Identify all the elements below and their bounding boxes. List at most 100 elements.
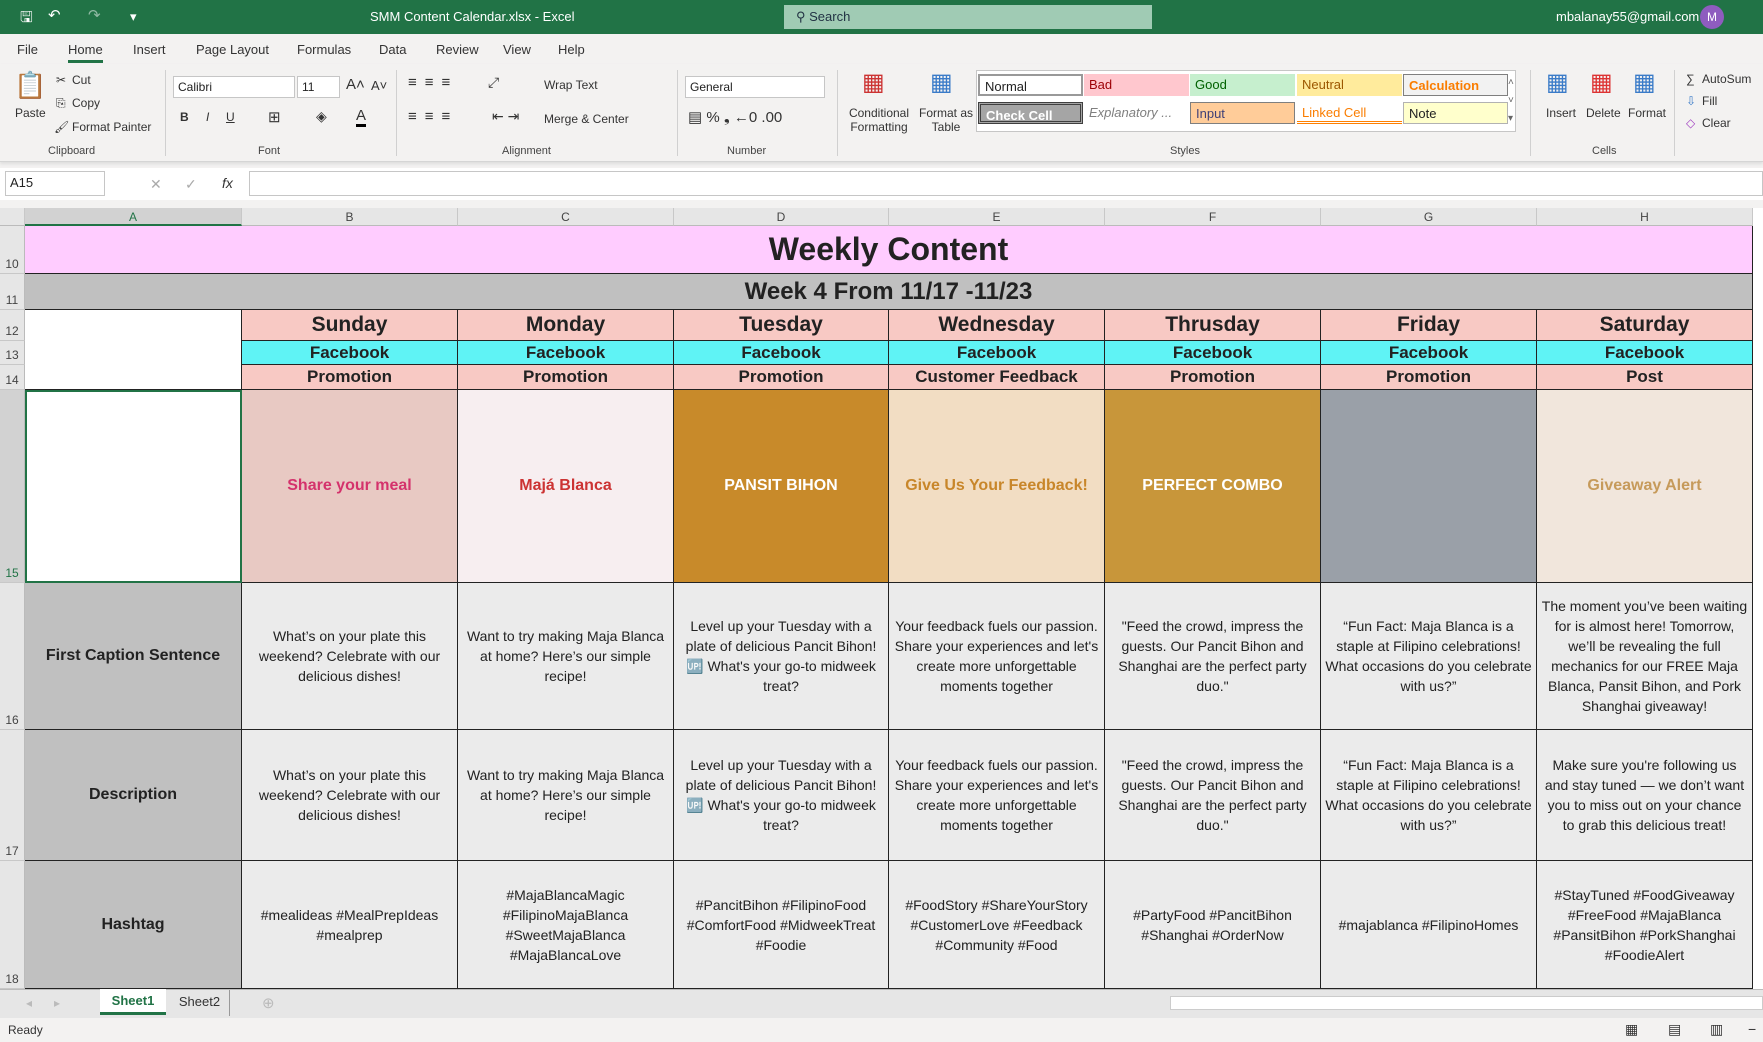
wrap-text-button[interactable]: Wrap Text [544, 78, 598, 92]
zoom-out-icon[interactable]: − [1748, 1021, 1756, 1037]
tab-help[interactable]: Help [558, 42, 585, 57]
first-caption-cell[interactable]: “Fun Fact: Maja Blanca is a staple at Fi… [1321, 583, 1537, 730]
number-format-select[interactable]: General [685, 76, 825, 98]
content-type-cell[interactable]: Promotion [458, 365, 674, 390]
conditional-formatting-button[interactable]: Conditional Formatting [845, 106, 913, 134]
first-caption-cell[interactable]: Your feedback fuels our passion. Share y… [889, 583, 1105, 730]
redo-icon[interactable]: ↷ [88, 6, 101, 24]
post-image[interactable]: Share your meal [242, 390, 458, 583]
description-cell[interactable]: Want to try making Maja Blanca at home? … [458, 730, 674, 861]
copy-button[interactable]: Copy [72, 96, 100, 110]
delete-cells-button[interactable]: Delete [1586, 106, 1621, 120]
page-layout-view-icon[interactable]: ▤ [1668, 1021, 1681, 1038]
style-good[interactable]: Good [1190, 74, 1295, 96]
column-header[interactable]: G [1321, 208, 1537, 226]
tab-data[interactable]: Data [379, 42, 406, 57]
tab-file[interactable]: File [17, 42, 38, 57]
style-calculation[interactable]: Calculation [1403, 74, 1508, 96]
function-icon[interactable]: fx [222, 175, 233, 191]
bold-button[interactable]: B [180, 110, 189, 124]
first-caption-cell[interactable]: What’s on your plate this weekend? Celeb… [242, 583, 458, 730]
horizontal-scrollbar[interactable] [1170, 996, 1763, 1010]
hashtag-cell[interactable]: #FoodStory #ShareYourStory #CustomerLove… [889, 861, 1105, 989]
platform-cell[interactable]: Facebook [458, 341, 674, 365]
blank-cell[interactable] [25, 310, 242, 390]
platform-cell[interactable]: Facebook [674, 341, 889, 365]
hashtag-cell[interactable]: #majablanca #FilipinoHomes [1321, 861, 1537, 989]
row-header[interactable]: 14 [0, 365, 25, 390]
style-bad[interactable]: Bad [1084, 74, 1189, 96]
column-header[interactable]: F [1105, 208, 1321, 226]
tab-review[interactable]: Review [436, 42, 479, 57]
column-header[interactable]: B [242, 208, 458, 226]
page-break-view-icon[interactable]: ▥ [1710, 1021, 1723, 1038]
style-note[interactable]: Note [1403, 102, 1508, 124]
content-type-cell[interactable]: Post [1537, 365, 1753, 390]
day-header[interactable]: Thrusday [1105, 310, 1321, 341]
hashtag-cell[interactable]: #PartyFood #PancitBihon #Shanghai #Order… [1105, 861, 1321, 989]
row-header[interactable]: 16 [0, 583, 25, 730]
row-header[interactable]: 11 [0, 274, 25, 310]
day-header[interactable]: Tuesday [674, 310, 889, 341]
description-cell[interactable]: “Fun Fact: Maja Blanca is a staple at Fi… [1321, 730, 1537, 861]
week-subtitle[interactable]: Week 4 From 11/17 -11/23 [25, 274, 1753, 310]
tab-view[interactable]: View [503, 42, 531, 57]
paste-icon[interactable]: 📋 [14, 70, 46, 101]
select-all-corner[interactable] [0, 208, 25, 226]
fill-button[interactable]: Fill [1702, 94, 1717, 108]
enter-icon[interactable]: ✓ [185, 176, 197, 193]
platform-cell[interactable]: Facebook [889, 341, 1105, 365]
day-header[interactable]: Wednesday [889, 310, 1105, 341]
new-sheet-icon[interactable]: ⊕ [262, 994, 275, 1012]
worksheet-grid[interactable]: A B C D E F G H 10 11 12 13 14 15 16 17 18 Weekly Content… [0, 208, 1763, 989]
row-header[interactable]: 13 [0, 341, 25, 365]
search-box[interactable]: ⚲ Search [784, 5, 1152, 29]
cancel-icon[interactable]: ✕ [150, 176, 162, 193]
post-image[interactable]: PANSIT BIHON [674, 390, 889, 583]
tab-insert[interactable]: Insert [133, 42, 166, 57]
font-color-icon[interactable]: A [356, 107, 367, 127]
content-type-cell[interactable]: Promotion [1105, 365, 1321, 390]
platform-cell[interactable]: Facebook [1537, 341, 1753, 365]
decrease-font-icon[interactable]: A˅ [371, 78, 387, 93]
customize-toolbar-icon[interactable]: ▾ [130, 9, 137, 25]
vertical-align-icons[interactable]: ≡≡≡ [408, 74, 458, 91]
underline-button[interactable]: U [226, 110, 235, 124]
style-explanatory[interactable]: Explanatory ... [1084, 102, 1189, 124]
font-name-select[interactable]: Calibri [173, 76, 295, 98]
normal-view-icon[interactable]: ▦ [1625, 1021, 1638, 1038]
cut-button[interactable]: Cut [72, 73, 91, 87]
autosum-button[interactable]: AutoSum [1702, 72, 1751, 86]
insert-cells-button[interactable]: Insert [1546, 106, 1576, 120]
indent-icons[interactable]: ⇤ ⇥ [492, 108, 519, 125]
first-caption-cell[interactable]: Want to try making Maja Blanca at home? … [458, 583, 674, 730]
post-image[interactable]: Majá Blanca [458, 390, 674, 583]
style-check-cell[interactable]: Check Cell [978, 102, 1083, 124]
platform-cell[interactable]: Facebook [242, 341, 458, 365]
day-header[interactable]: Saturday [1537, 310, 1753, 341]
description-cell[interactable]: Make sure you're following us and stay t… [1537, 730, 1753, 861]
post-image[interactable]: Giveaway Alert [1537, 390, 1753, 583]
row-header[interactable]: 12 [0, 310, 25, 341]
hashtag-cell[interactable]: #PancitBihon #FilipinoFood #ComfortFood … [674, 861, 889, 989]
italic-button[interactable]: I [206, 110, 209, 124]
column-header[interactable]: A [25, 208, 242, 226]
post-image[interactable]: Give Us Your Feedback! [889, 390, 1105, 583]
row-header[interactable]: 18 [0, 861, 25, 989]
save-icon[interactable]: 🖫 [20, 7, 33, 32]
number-format-icons[interactable]: ▤ % ❟ ←0 .00 [688, 108, 782, 126]
description-cell[interactable]: Level up your Tuesday with a plate of de… [674, 730, 889, 861]
column-header[interactable]: E [889, 208, 1105, 226]
hashtag-cell[interactable]: #mealideas #MealPrepIdeas #mealprep [242, 861, 458, 989]
merge-center-button[interactable]: Merge & Center [544, 112, 629, 126]
selected-cell-a15[interactable] [25, 390, 242, 583]
name-box[interactable]: A15 [5, 171, 105, 196]
platform-cell[interactable]: Facebook [1105, 341, 1321, 365]
tab-page-layout[interactable]: Page Layout [196, 42, 269, 57]
scroll-tabs-left-icon[interactable]: ◂ [26, 996, 32, 1010]
tab-formulas[interactable]: Formulas [297, 42, 351, 57]
font-size-select[interactable]: 11 [297, 76, 340, 98]
row-header[interactable]: 15 [0, 390, 25, 583]
format-painter-button[interactable]: Format Painter [72, 120, 151, 134]
format-as-table-button[interactable]: Format as Table [918, 106, 974, 134]
